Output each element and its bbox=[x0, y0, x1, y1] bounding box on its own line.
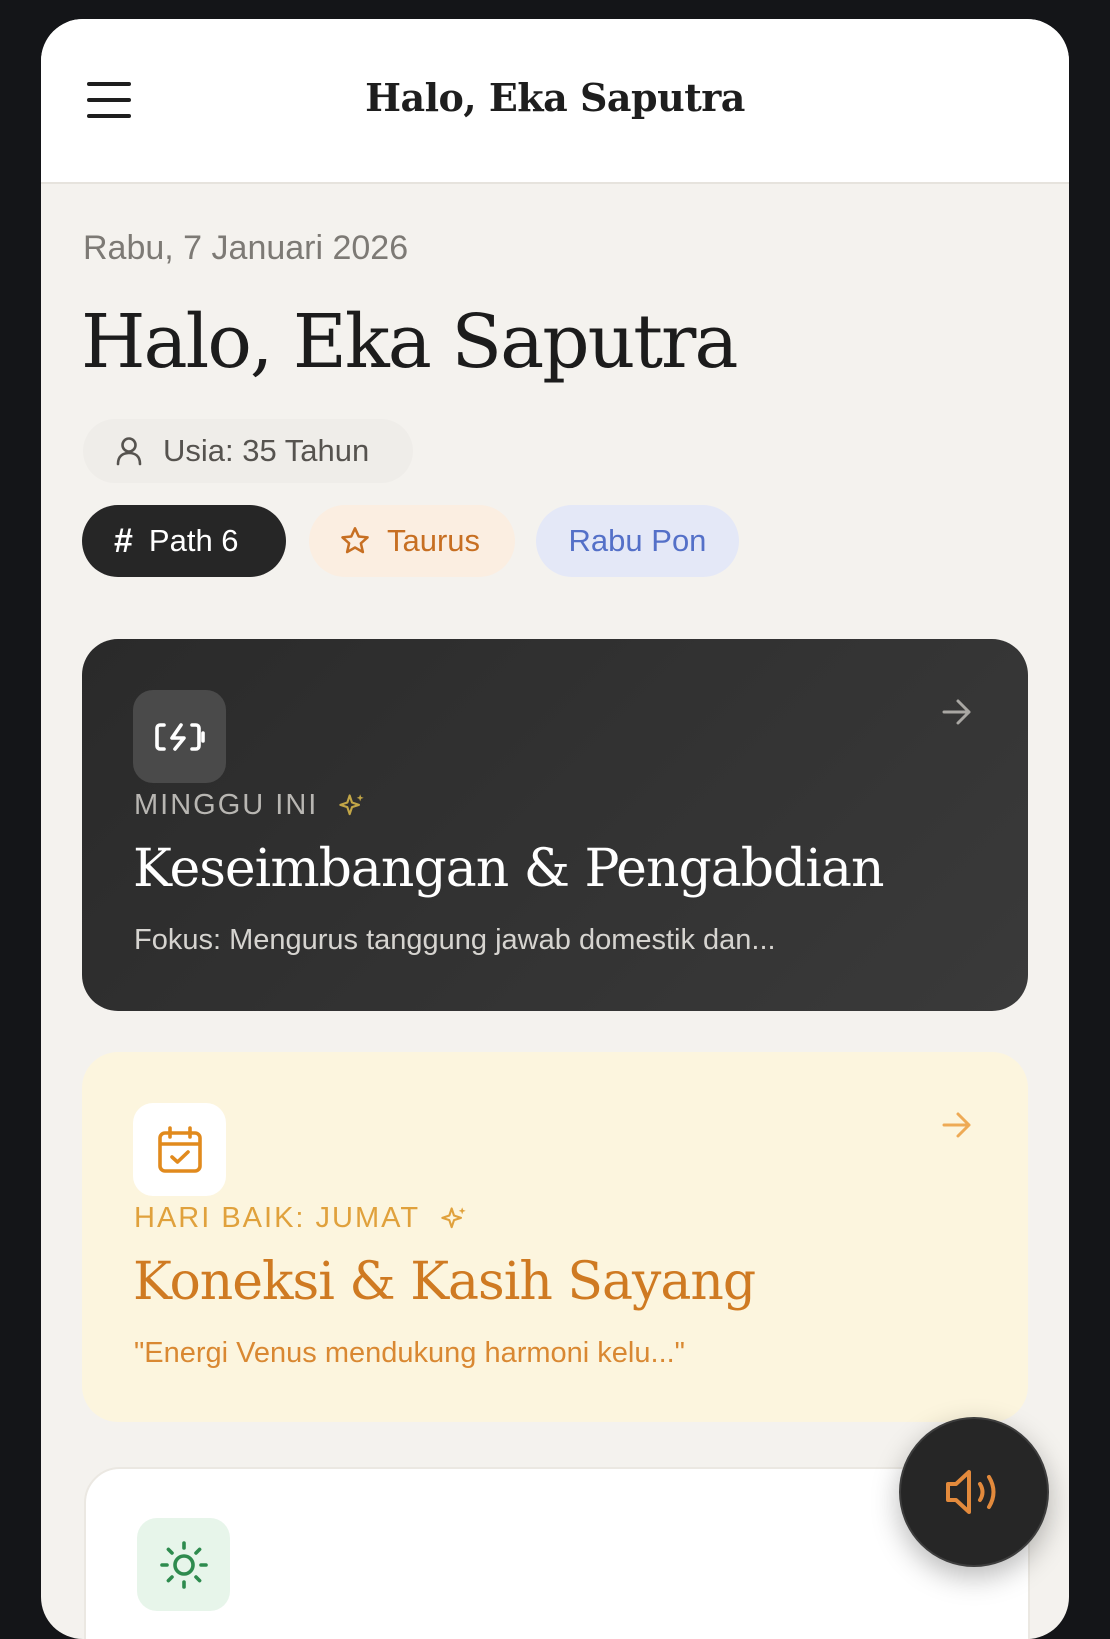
arrow-right-icon bbox=[942, 699, 971, 725]
daily-energy-card[interactable] bbox=[84, 1467, 1030, 1639]
battery-charging-icon bbox=[133, 690, 226, 783]
sun-icon bbox=[137, 1518, 230, 1611]
good-day-label-text: HARI BAIK: JUMAT bbox=[134, 1202, 421, 1234]
age-label: Usia: 35 Tahun bbox=[163, 433, 370, 468]
volume-icon bbox=[946, 1470, 996, 1514]
path-tag-label: Path 6 bbox=[148, 523, 239, 558]
weekly-label-text: MINGGU INI bbox=[134, 789, 319, 821]
card-subtitle: Fokus: Mengurus tanggung jawab domestik … bbox=[134, 924, 776, 956]
header-title: Halo, Eka Saputra bbox=[365, 75, 745, 120]
weekly-insight-card[interactable]: MINGGU INI Keseimbangan & Pengabdian Fok… bbox=[82, 639, 1028, 1011]
age-badge: Usia: 35 Tahun bbox=[83, 419, 413, 483]
sparkle-icon bbox=[441, 1206, 466, 1228]
current-date: Rabu, 7 Januari 2026 bbox=[83, 229, 409, 267]
audio-button[interactable] bbox=[899, 1417, 1049, 1567]
star-icon bbox=[341, 527, 369, 554]
card-title: Keseimbangan & Pengabdian bbox=[133, 839, 884, 899]
page-title: Halo, Eka Saputra bbox=[81, 299, 738, 385]
arrow-right-icon bbox=[942, 1112, 971, 1138]
card-label: MINGGU INI bbox=[134, 789, 366, 822]
calendar-check-icon bbox=[133, 1103, 226, 1196]
top-bar: Halo, Eka Saputra bbox=[41, 19, 1069, 184]
card-subtitle: "Energi Venus mendukung harmoni kelu..." bbox=[134, 1337, 685, 1369]
weton-tag[interactable]: Rabu Pon bbox=[536, 505, 739, 577]
sparkle-icon bbox=[339, 793, 365, 815]
zodiac-tag-label: Taurus bbox=[387, 523, 481, 558]
app-screen: Halo, Eka Saputra Rabu, 7 Januari 2026 H… bbox=[41, 19, 1069, 1639]
path-tag[interactable]: # Path 6 bbox=[82, 505, 286, 577]
weton-tag-label: Rabu Pon bbox=[568, 523, 707, 558]
user-icon bbox=[116, 437, 142, 466]
good-day-card[interactable]: HARI BAIK: JUMAT Koneksi & Kasih Sayang … bbox=[82, 1052, 1028, 1422]
zodiac-tag[interactable]: Taurus bbox=[309, 505, 515, 577]
hash-icon: # bbox=[114, 521, 133, 560]
card-label: HARI BAIK: JUMAT bbox=[134, 1202, 468, 1235]
card-title: Koneksi & Kasih Sayang bbox=[133, 1252, 756, 1312]
